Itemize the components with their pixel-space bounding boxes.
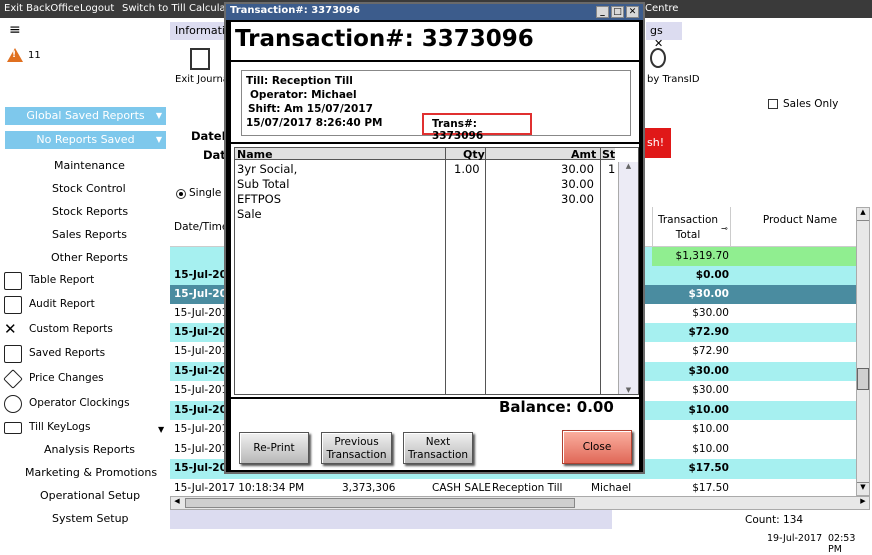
close-button[interactable]: Close — [562, 430, 632, 464]
menu-stock-reports[interactable]: Stock Reports — [52, 205, 128, 218]
table-report-icon — [4, 272, 22, 290]
header-datetime[interactable]: Date/Time — [174, 221, 228, 233]
exit-journal-button[interactable]: Exit Journa — [175, 74, 229, 85]
no-reports-saved-dropdown[interactable]: No Reports Saved ▼ — [5, 131, 166, 149]
line-item-name: 3yr Social, — [237, 162, 298, 176]
nav-price-changes[interactable]: Price Changes — [2, 368, 167, 390]
single-radio[interactable] — [176, 189, 186, 199]
switch-to-till-link[interactable]: Switch to Till — [122, 3, 186, 14]
nav-audit-report[interactable]: Audit Report — [2, 294, 167, 316]
record-count: Count: 134 — [745, 514, 804, 526]
reprint-button[interactable]: Re-Print — [239, 432, 309, 464]
scroll-down-icon: ▼ — [857, 482, 869, 495]
col-qty: Qty — [463, 148, 485, 161]
scroll-right-icon: ▶ — [860, 497, 866, 505]
exit-journal-icon[interactable] — [190, 48, 210, 70]
horizontal-scrollbar[interactable]: ◀ ▶ — [170, 496, 870, 510]
subtotal-label: Sub Total — [237, 177, 290, 191]
col-st: St — [602, 148, 616, 161]
line-items-table: Name Qty Amt St 3yr Social, 1.00 30.00 1… — [234, 147, 639, 395]
hscroll-thumb — [185, 498, 575, 508]
search-transid-icon[interactable] — [650, 48, 666, 68]
col-amt: Amt — [571, 148, 597, 161]
minimize-button[interactable]: _ — [596, 6, 609, 18]
alert-count: 11 — [28, 50, 41, 61]
dialog-heading: Transaction#: 3373096 — [235, 26, 534, 52]
collapse-arrow-icon[interactable]: ▼ — [158, 425, 164, 434]
summary-total: $1,319.70 — [675, 250, 729, 262]
nav-till-keylogs[interactable]: Till KeyLogs — [2, 417, 167, 439]
sale-label: Sale — [237, 207, 262, 221]
trans-number-highlight: Trans#: 3373096 — [422, 113, 532, 142]
chevron-down-icon: ▼ — [155, 135, 162, 144]
clock-icon — [4, 395, 22, 413]
line-item-amt: 30.00 — [561, 162, 594, 176]
filter-icon[interactable]: ⊸ — [721, 224, 728, 233]
menu-operational-setup[interactable]: Operational Setup — [40, 489, 140, 502]
audit-report-icon — [4, 296, 22, 314]
logout-link[interactable]: Logout — [80, 3, 114, 14]
dialog-titlebar: Transaction#: 3373096 _ □ ✕ — [226, 4, 643, 20]
scroll-up-icon: ▲ — [625, 162, 632, 170]
by-transid-button[interactable]: by TransID — [647, 74, 700, 85]
hamburger-icon[interactable]: ≡ — [9, 22, 21, 38]
camera-icon — [4, 422, 22, 434]
transaction-dialog: Transaction#: 3373096 _ □ ✕ Transaction#… — [224, 2, 645, 474]
dialog-body: Transaction#: 3373096 Till: Reception Ti… — [231, 22, 639, 470]
line-item-st: 1 — [608, 162, 616, 176]
scroll-down-icon: ▼ — [625, 386, 632, 394]
nav-operator-clockings[interactable]: Operator Clockings — [2, 393, 167, 415]
nav-saved-reports[interactable]: Saved Reports — [2, 343, 167, 365]
items-scrollbar[interactable]: ▲ ▼ — [618, 162, 638, 394]
menu-stock-control[interactable]: Stock Control — [52, 182, 126, 195]
tab-gs[interactable]: gs ✕ — [646, 22, 682, 50]
line-item-qty: 1.00 — [454, 162, 480, 176]
transaction-info-box: Till: Reception Till Operator: Michael S… — [241, 70, 631, 142]
menu-other-reports[interactable]: Other Reports — [51, 251, 128, 264]
tag-icon — [3, 369, 23, 389]
nav-custom-reports[interactable]: ✕ Custom Reports — [2, 319, 167, 341]
flash-button[interactable]: sh! — [645, 128, 671, 158]
status-date: 19-Jul-2017 — [767, 533, 823, 544]
vertical-scrollbar[interactable]: ▲ ▼ — [856, 207, 870, 496]
payment-label: EFTPOS — [237, 192, 281, 206]
status-time: 02:53 PM — [828, 533, 856, 555]
exit-backoffice-link[interactable]: Exit BackOffice — [4, 3, 80, 14]
global-saved-reports-dropdown[interactable]: Global Saved Reports ▼ — [5, 107, 166, 125]
sales-only-label: Sales Only — [783, 98, 839, 110]
next-transaction-button[interactable]: Next Transaction — [403, 432, 473, 464]
nav-table-report[interactable]: Table Report — [2, 270, 167, 292]
menu-maintenance[interactable]: Maintenance — [54, 159, 125, 172]
header-transaction-total[interactable]: Transaction Total — [656, 213, 720, 243]
previous-transaction-button[interactable]: Previous Transaction — [321, 432, 392, 464]
header-product-name[interactable]: Product Name — [760, 213, 840, 228]
menu-analysis-reports[interactable]: Analysis Reports — [44, 443, 135, 456]
scroll-up-icon: ▲ — [857, 208, 869, 221]
footer-bar — [170, 510, 612, 529]
menu-sales-reports[interactable]: Sales Reports — [52, 228, 127, 241]
col-name: Name — [237, 148, 273, 161]
sales-only-checkbox[interactable] — [768, 99, 778, 109]
centre-link[interactable]: Centre — [645, 3, 678, 14]
close-window-button[interactable]: ✕ — [626, 6, 639, 18]
balance-label: Balance: 0.00 — [499, 398, 614, 416]
subtotal-amt: 30.00 — [561, 177, 594, 191]
maximize-button[interactable]: □ — [611, 6, 624, 18]
chevron-down-icon: ▼ — [155, 111, 162, 120]
scroll-left-icon: ◀ — [174, 497, 180, 505]
menu-system-setup[interactable]: System Setup — [52, 512, 129, 525]
saved-reports-icon — [4, 345, 22, 363]
tools-icon: ✕ — [4, 320, 17, 338]
tab-information[interactable]: Informatio — [170, 22, 232, 40]
date-label: Dat — [203, 148, 226, 162]
menu-marketing-promotions[interactable]: Marketing & Promotions — [25, 466, 157, 479]
payment-amt: 30.00 — [561, 192, 594, 206]
scroll-thumb — [857, 368, 869, 390]
